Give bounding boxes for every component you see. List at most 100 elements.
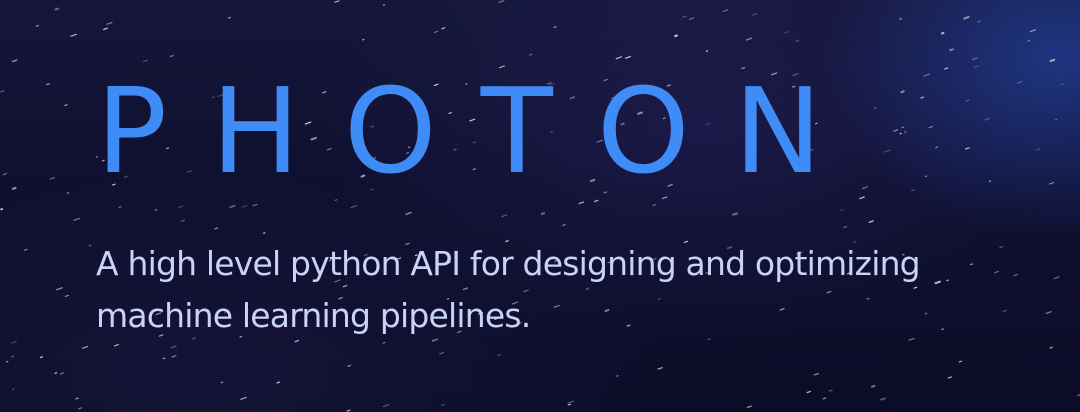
star xyxy=(405,211,412,215)
star xyxy=(616,375,619,377)
star xyxy=(567,403,572,406)
star xyxy=(732,212,738,216)
star xyxy=(252,203,258,207)
star xyxy=(214,227,219,230)
star xyxy=(593,199,599,203)
star xyxy=(840,209,844,211)
star xyxy=(783,31,789,34)
star xyxy=(162,357,166,360)
star xyxy=(965,147,970,150)
star xyxy=(35,25,39,27)
star xyxy=(347,364,352,367)
star xyxy=(73,217,81,221)
star xyxy=(1049,346,1053,349)
star xyxy=(795,39,799,42)
star xyxy=(625,55,631,59)
star xyxy=(54,372,58,374)
star xyxy=(553,26,557,28)
star xyxy=(880,397,886,401)
star xyxy=(873,106,878,110)
star xyxy=(977,20,982,23)
star xyxy=(1027,39,1031,42)
star xyxy=(1060,83,1065,86)
star xyxy=(870,385,876,388)
star xyxy=(66,192,70,194)
star xyxy=(75,397,79,400)
star xyxy=(54,7,59,11)
star xyxy=(334,0,340,3)
star xyxy=(828,389,833,392)
star xyxy=(229,204,236,209)
star xyxy=(657,367,663,370)
star xyxy=(615,56,623,60)
star xyxy=(440,403,446,407)
star xyxy=(346,409,351,412)
star xyxy=(11,186,17,190)
star xyxy=(822,397,827,400)
star xyxy=(682,15,687,18)
star xyxy=(497,353,502,356)
star xyxy=(935,146,939,149)
hero-tagline: A high level python API for designing an… xyxy=(96,244,921,335)
star xyxy=(106,21,113,25)
star xyxy=(806,390,812,394)
star xyxy=(118,206,122,208)
star xyxy=(965,99,970,102)
star xyxy=(652,203,657,207)
star xyxy=(382,342,386,344)
star xyxy=(911,189,915,192)
star xyxy=(501,214,508,218)
star xyxy=(64,104,68,107)
star xyxy=(1049,58,1056,63)
star xyxy=(350,205,357,209)
star xyxy=(562,224,566,226)
star xyxy=(674,34,678,38)
star xyxy=(1036,148,1041,151)
star xyxy=(24,248,28,251)
star xyxy=(949,48,954,52)
star xyxy=(944,67,949,70)
star xyxy=(963,16,970,20)
star xyxy=(12,59,18,63)
star xyxy=(900,90,905,94)
star xyxy=(973,65,980,69)
star xyxy=(752,13,758,16)
star xyxy=(883,149,891,153)
star xyxy=(103,27,109,31)
star xyxy=(984,117,990,121)
hero-banner: PHOTON A high level python API for desig… xyxy=(0,0,1080,412)
star xyxy=(171,355,177,358)
star xyxy=(498,0,505,4)
star xyxy=(439,352,444,355)
star xyxy=(49,176,56,180)
star xyxy=(540,212,546,215)
star xyxy=(528,53,533,56)
star xyxy=(240,396,247,400)
star xyxy=(813,372,820,376)
star xyxy=(10,355,14,358)
star xyxy=(46,83,50,86)
star xyxy=(170,345,177,349)
star xyxy=(228,16,231,19)
star xyxy=(64,294,70,297)
star xyxy=(441,27,446,30)
star xyxy=(170,54,174,58)
star xyxy=(77,407,83,410)
star xyxy=(88,244,92,247)
star xyxy=(843,226,848,229)
star xyxy=(567,400,574,404)
star xyxy=(688,17,695,20)
star xyxy=(154,209,158,211)
star xyxy=(70,33,78,37)
star xyxy=(433,30,439,34)
star xyxy=(746,405,752,408)
star xyxy=(181,219,185,222)
star xyxy=(893,129,899,132)
star xyxy=(2,173,8,176)
star xyxy=(11,340,17,344)
star xyxy=(920,96,925,99)
star xyxy=(382,404,390,408)
star xyxy=(940,32,945,35)
star xyxy=(1016,80,1023,84)
star xyxy=(39,356,44,359)
